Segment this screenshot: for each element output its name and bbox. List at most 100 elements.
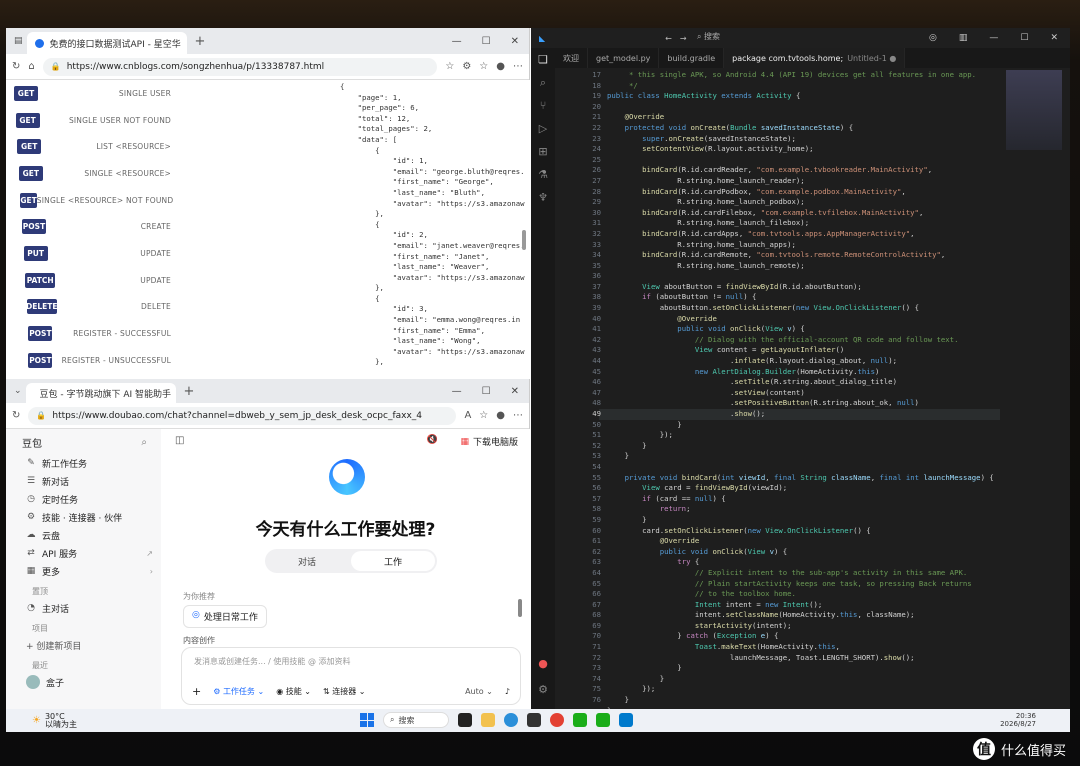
- sidebar-item[interactable]: ☁ 云盘: [6, 526, 161, 544]
- tab-work[interactable]: 工作: [351, 551, 435, 571]
- search-icon[interactable]: ⌕: [141, 437, 147, 448]
- extensions-icon[interactable]: ⊞: [531, 140, 555, 163]
- chrome-icon[interactable]: [550, 713, 564, 727]
- endpoint-row[interactable]: GET LIST <RESOURCE>: [6, 133, 336, 160]
- wechat-icon[interactable]: [573, 713, 587, 727]
- endpoint-row[interactable]: GET SINGLE <RESOURCE> NOT FOUND: [6, 187, 336, 214]
- url-field[interactable]: 🔒 https://www.cnblogs.com/songzhenhua/p/…: [42, 57, 438, 76]
- home-icon[interactable]: ⌂: [28, 61, 34, 72]
- connector-button[interactable]: ⇅ 连接器 ⌄: [323, 686, 366, 697]
- testing-icon[interactable]: ⚗: [531, 163, 555, 186]
- favorite-star-icon[interactable]: ☆: [445, 61, 454, 72]
- endpoint-row[interactable]: GET SINGLE USER: [6, 80, 336, 107]
- pinned-main-chat[interactable]: ◔ 主对话: [6, 599, 161, 617]
- suggestion-card[interactable]: ◎ 处理日常工作: [183, 605, 267, 628]
- code-editor[interactable]: 17 18 19 20 21 22 23 24 25 26 27 28 29 30 31 32 33 34 35 36…: [555, 70, 1070, 709]
- add-attachment-icon[interactable]: +: [192, 685, 201, 698]
- endpoint-row[interactable]: POST REGISTER - SUCCESSFUL: [6, 320, 336, 347]
- settings-gear-icon[interactable]: ⚙: [531, 678, 555, 701]
- menu-dots-icon[interactable]: ⋯: [513, 61, 523, 72]
- start-windows-icon[interactable]: [360, 713, 374, 727]
- profile-avatar-icon[interactable]: ●: [496, 61, 505, 72]
- minimize-icon[interactable]: —: [452, 386, 462, 397]
- layout-icon[interactable]: ▥: [959, 33, 968, 43]
- explorer-icon[interactable]: ❏: [531, 48, 555, 71]
- minimap[interactable]: [1006, 70, 1062, 150]
- sidebar-item[interactable]: ✎ 新工作任务: [6, 454, 161, 472]
- sidebar-item[interactable]: ☰ 新对话: [6, 472, 161, 490]
- browser-tab-doubao[interactable]: 豆包 - 字节跳动旗下 AI 智能助手 ✕: [25, 383, 176, 403]
- composer-placeholder[interactable]: 发消息或创建任务... / 使用技能 @ 添加资料: [194, 656, 351, 667]
- search-icon[interactable]: ⌕: [531, 71, 555, 94]
- maximize-icon[interactable]: ☐: [482, 36, 491, 47]
- voice-input-icon[interactable]: ♪: [505, 687, 510, 696]
- file-explorer-icon[interactable]: [481, 713, 495, 727]
- suggestion-card-2[interactable]: 内容创作: [183, 635, 215, 646]
- taskview-icon[interactable]: [458, 713, 472, 727]
- nav-forward-icon[interactable]: →: [680, 34, 687, 43]
- close-window-icon[interactable]: ✕: [511, 386, 519, 397]
- scrollbar-thumb[interactable]: [518, 599, 522, 617]
- mute-icon[interactable]: 🔇: [427, 435, 438, 445]
- maximize-icon[interactable]: ☐: [1020, 33, 1028, 43]
- sidebar-item[interactable]: ⚙ 技能 · 连接器 · 伙伴: [6, 508, 161, 526]
- profile-avatar-icon[interactable]: ●: [496, 410, 505, 421]
- editor-tab[interactable]: build.gradle: [659, 48, 725, 68]
- sidebar-item[interactable]: ▦ 更多 ›: [6, 562, 161, 580]
- run-debug-icon[interactable]: ▷: [531, 117, 555, 140]
- green-app-icon[interactable]: [596, 713, 610, 727]
- sidebar-item[interactable]: ◷ 定时任务: [6, 490, 161, 508]
- endpoint-row[interactable]: GET SINGLE USER NOT FOUND: [6, 107, 336, 134]
- close-window-icon[interactable]: ✕: [1050, 33, 1058, 43]
- scrollbar-thumb[interactable]: [522, 230, 526, 250]
- browser-tab-active[interactable]: 免费的接口数据测试API - 星空华 ✕: [26, 32, 187, 54]
- tab-chat[interactable]: 对话: [265, 549, 349, 573]
- url-field[interactable]: 🔒 https://www.doubao.com/chat?channel=db…: [28, 406, 457, 425]
- new-tab-icon[interactable]: +: [195, 34, 206, 49]
- vscode-taskbar-icon[interactable]: [619, 713, 633, 727]
- nav-back-icon[interactable]: ←: [665, 34, 672, 43]
- minimize-icon[interactable]: —: [452, 36, 462, 47]
- weather-widget[interactable]: ☀ 30°C 以晴为主: [6, 712, 77, 729]
- endpoint-row[interactable]: PUT UPDATE: [6, 240, 336, 267]
- create-project-button[interactable]: + 创建新项目: [6, 636, 161, 654]
- endpoint-row[interactable]: POST CREATE: [6, 213, 336, 240]
- edge-browser-icon[interactable]: [504, 713, 518, 727]
- endpoint-row[interactable]: GET SINGLE <RESOURCE>: [6, 160, 336, 187]
- refresh-icon[interactable]: ↻: [12, 410, 20, 421]
- source-control-icon[interactable]: ⑂: [531, 94, 555, 117]
- app-icon[interactable]: [527, 713, 541, 727]
- extensions-icon[interactable]: ⚙: [462, 61, 471, 72]
- model-auto-select[interactable]: Auto ⌄: [465, 687, 493, 696]
- favorite-star-icon[interactable]: ☆: [479, 410, 488, 421]
- maximize-icon[interactable]: ☐: [482, 386, 491, 397]
- account-icon[interactable]: ●: [531, 652, 555, 675]
- editor-tab[interactable]: package com.tvtools.home; Untitled-1 ●: [724, 48, 906, 68]
- endpoint-row[interactable]: PATCH UPDATE: [6, 267, 336, 294]
- editor-tab[interactable]: get_model.py: [588, 48, 660, 68]
- user-profile[interactable]: 盒子: [6, 673, 161, 691]
- endpoint-row[interactable]: POST REGISTER - UNSUCCESSFUL: [6, 347, 336, 374]
- new-tab-icon[interactable]: +: [184, 384, 195, 399]
- tab-dropdown-icon[interactable]: ⌄: [10, 386, 26, 396]
- refresh-icon[interactable]: ↻: [12, 61, 20, 72]
- taskbar-search[interactable]: ⌕ 搜索: [383, 712, 449, 728]
- skills-button[interactable]: ◉ 技能 ⌄: [276, 686, 311, 697]
- endpoint-row[interactable]: DELETE DELETE: [6, 294, 336, 321]
- collections-icon[interactable]: ☆: [479, 61, 488, 72]
- menu-dots-icon[interactable]: ⋯: [513, 410, 523, 421]
- system-clock[interactable]: 20:36 2026/8/27: [1000, 712, 1036, 728]
- editor-tab[interactable]: 欢迎: [555, 48, 588, 68]
- command-search[interactable]: ⌕ 搜索: [697, 31, 720, 42]
- sidebar-toggle-icon[interactable]: ◫: [175, 435, 184, 446]
- close-window-icon[interactable]: ✕: [511, 36, 519, 47]
- sidebar-item[interactable]: ⇄ API 服务 ↗: [6, 544, 161, 562]
- reader-icon[interactable]: A: [464, 410, 471, 421]
- download-desktop-button[interactable]: ▦ 下载电脑版: [460, 435, 518, 449]
- message-composer[interactable]: 发消息或创建任务... / 使用技能 @ 添加资料 + ⚙ 工作任务 ⌄ ◉ 技…: [181, 647, 521, 705]
- tab-actions-icon[interactable]: ▤: [10, 36, 27, 46]
- minimize-icon[interactable]: —: [989, 33, 998, 43]
- code-content[interactable]: * this single APK, so Android 4.4 (API 1…: [607, 70, 1000, 709]
- work-task-button[interactable]: ⚙ 工作任务 ⌄: [213, 686, 264, 697]
- python-icon[interactable]: ♆: [531, 186, 555, 209]
